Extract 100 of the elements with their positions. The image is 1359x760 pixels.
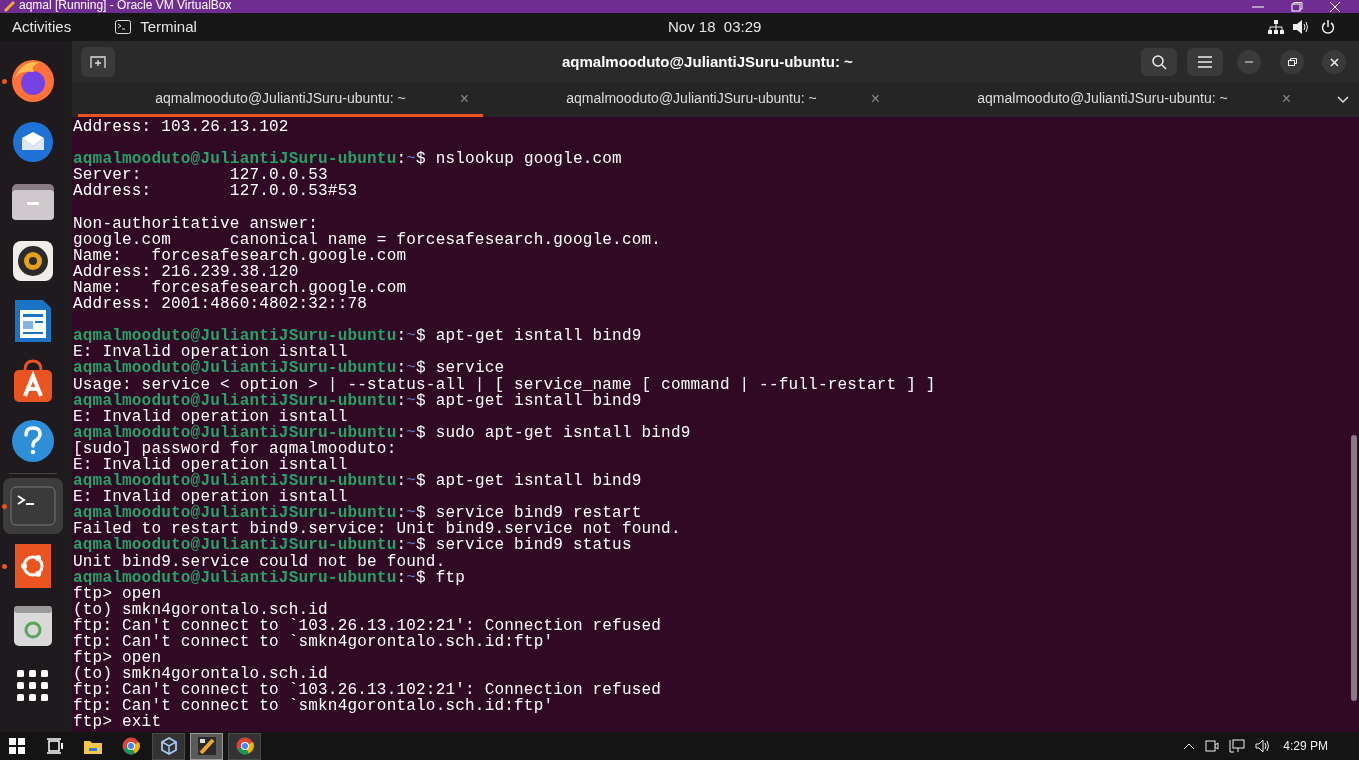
tab-close-button[interactable]: × (1281, 86, 1291, 111)
taskbar-item[interactable] (190, 732, 223, 760)
output-text: E: Invalid operation isntall (73, 407, 348, 426)
tab-label: aqmalmooduto@JuliantiJSuru-ubuntu: ~ (566, 89, 817, 108)
network-icon[interactable] (1229, 739, 1246, 753)
output-text: Address: 216.239.38.120 (73, 262, 299, 281)
network-icon[interactable] (1268, 20, 1284, 34)
command-text: $ nslookup google.com (416, 150, 622, 169)
prompt-path: ~ (406, 150, 417, 169)
tab-label: aqmalmooduto@JuliantiJSuru-ubuntu: ~ (155, 89, 406, 108)
output-text: ftp> open (73, 649, 162, 668)
prompt-separator: : (396, 504, 407, 523)
new-tab-icon (90, 56, 106, 68)
tab-label: aqmalmooduto@JuliantiJSuru-ubuntu: ~ (977, 89, 1228, 108)
prompt-separator: : (396, 423, 407, 442)
browser-logo-icon (121, 737, 140, 755)
prompt-path: ~ (406, 472, 417, 491)
prompt-user: aqmalmooduto@JuliantiJSuru-ubuntu (73, 327, 397, 346)
prompt-separator: : (396, 472, 407, 491)
command-text: $ sudo apt-get isntall bind9 (416, 423, 691, 442)
prompt-path: ~ (406, 359, 417, 378)
speaker-icon (12, 240, 54, 282)
globe-fox-icon (10, 58, 56, 104)
app-logo-icon (4, 1, 15, 12)
prompt-separator: : (396, 391, 407, 410)
output-text: ftp> open (73, 584, 162, 603)
search-button[interactable] (1141, 48, 1177, 76)
tab-close-button[interactable]: × (870, 86, 880, 111)
folder-icon (83, 738, 102, 754)
new-tab-button[interactable] (81, 47, 115, 77)
prompt-path: ~ (406, 327, 417, 346)
clock[interactable]: Nov 18 03:29 (668, 15, 762, 39)
chevron-up-icon[interactable] (1183, 742, 1196, 750)
output-text: Address: 127.0.0.53#53 (73, 182, 358, 201)
restore-button[interactable] (1280, 50, 1304, 74)
task-view-icon (45, 738, 64, 754)
prompt-separator: : (396, 568, 407, 587)
command-text: $ service (416, 359, 505, 378)
output-text: Address: 2001:4860:4802:32::78 (73, 295, 368, 314)
output-text: Unit bind9.service could not be found. (73, 552, 446, 571)
window-title: aqmalmooduto@JuliantiJSuru-ubuntu: ~ (562, 51, 853, 72)
command-text: $ apt-get isntall bind9 (416, 472, 642, 491)
prompt-path: ~ (406, 423, 417, 442)
taskbar-item[interactable] (228, 732, 261, 760)
output-text: (to) smkn4gorontalo.sch.id (73, 665, 328, 684)
command-text: $ apt-get isntall bind9 (416, 391, 642, 410)
close-icon[interactable] (1329, 1, 1341, 12)
chevron-down-icon[interactable] (1337, 96, 1349, 104)
prompt-user: aqmalmooduto@JuliantiJSuru-ubuntu (73, 359, 397, 378)
taskbar-item[interactable] (152, 732, 185, 760)
windows-logo-icon (8, 738, 25, 754)
prompt-user: aqmalmooduto@JuliantiJSuru-ubuntu (73, 536, 397, 555)
prompt-user: aqmalmooduto@JuliantiJSuru-ubuntu (73, 423, 397, 442)
volume-icon[interactable] (1255, 739, 1272, 753)
menu-icon (1198, 56, 1212, 68)
close-button[interactable] (1322, 50, 1346, 74)
terminal-tab[interactable]: aqmalmooduto@JuliantiJSuru-ubuntu: ~ × (489, 83, 894, 117)
prompt-user: aqmalmooduto@JuliantiJSuru-ubuntu (73, 568, 397, 587)
prompt-path: ~ (406, 536, 417, 555)
output-text: Usage: service < option > | --status-all | [ service_name [ command | --full-restart ] ] (73, 375, 936, 394)
output-text: (to) smkn4gorontalo.sch.id (73, 600, 328, 619)
cube-icon (159, 737, 178, 755)
output-text: Address: 103.26.13.102 (73, 118, 289, 136)
camera-icon[interactable] (1205, 739, 1220, 753)
menu-button[interactable] (1187, 48, 1223, 76)
prompt-separator: : (396, 359, 407, 378)
app-menu[interactable]: Terminal (140, 15, 197, 39)
restore-icon (1287, 58, 1297, 66)
prompt-user: aqmalmooduto@JuliantiJSuru-ubuntu (73, 504, 397, 523)
output-text: ftp: Can't connect to `103.26.13.102:21': Connection refused (73, 616, 662, 635)
prompt-path: ~ (406, 568, 417, 587)
minimize-button[interactable] (1237, 50, 1261, 74)
app-grid-icon (17, 670, 49, 702)
output-text: ftp> exit (73, 713, 162, 732)
paint-app-icon (197, 737, 216, 755)
volume-icon[interactable] (1293, 20, 1309, 34)
activities-button[interactable]: Activities (12, 15, 72, 39)
taskbar-clock[interactable]: 4:29 PM (1283, 737, 1328, 755)
output-text: Name: forcesafesearch.google.com (73, 246, 407, 265)
restore-icon[interactable] (1291, 1, 1303, 12)
command-text: $ ftp (416, 568, 466, 587)
minimize-icon (1245, 61, 1253, 63)
output-text: Name: forcesafesearch.google.com (73, 278, 407, 297)
tab-close-button[interactable]: × (459, 86, 469, 111)
output-text: google.com canonical name = forcesafesearch.google.com. (73, 230, 662, 249)
command-text: $ service bind9 status (416, 536, 632, 555)
output-text: E: Invalid operation isntall (73, 455, 348, 474)
search-icon (1151, 54, 1167, 70)
shopping-bag-icon (11, 358, 55, 404)
output-text: [sudo] password for aqmalmooduto: (73, 439, 397, 458)
terminal-tab[interactable]: aqmalmooduto@JuliantiJSuru-ubuntu: ~ × (900, 83, 1305, 117)
terminal-tab[interactable]: aqmalmooduto@JuliantiJSuru-ubuntu: ~ × (78, 83, 483, 117)
output-text: Non-authoritative answer: (73, 214, 319, 233)
ubuntu-logo-icon (15, 544, 51, 588)
scrollbar[interactable] (1351, 435, 1357, 701)
terminal-icon (10, 486, 56, 526)
window-title: aqmal [Running] - Oracle VM VirtualBox (19, 0, 232, 11)
prompt-user: aqmalmooduto@JuliantiJSuru-ubuntu (73, 391, 397, 410)
document-icon (13, 298, 53, 344)
power-icon[interactable] (1321, 20, 1335, 34)
